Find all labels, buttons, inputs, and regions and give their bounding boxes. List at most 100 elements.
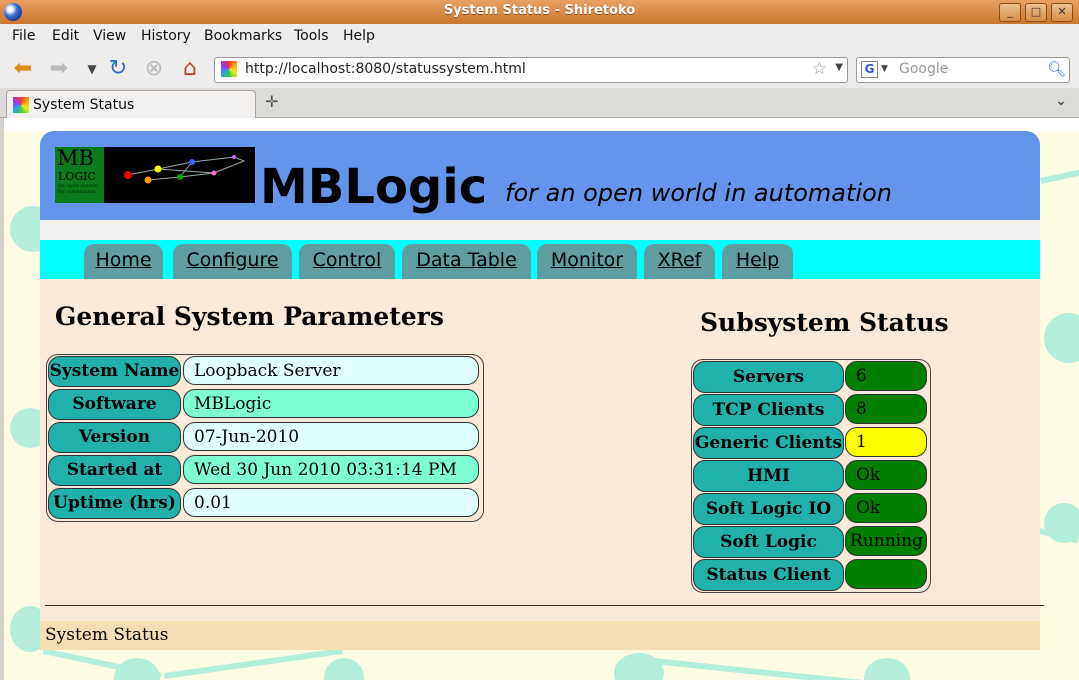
status-badge: 1 xyxy=(845,427,927,457)
param-label: Version xyxy=(48,422,181,453)
new-tab-icon[interactable]: ✛ xyxy=(265,92,278,111)
content-top-strip xyxy=(4,118,1079,132)
background-line xyxy=(164,647,344,679)
header-separator xyxy=(40,220,1040,240)
background-bubble xyxy=(1044,313,1079,363)
table-row: Status Client xyxy=(693,559,929,592)
search-bar[interactable]: G ▼ Google 🔍︎ xyxy=(856,57,1070,83)
tab-system-status[interactable]: System Status xyxy=(6,90,256,118)
status-badge: 8 xyxy=(845,394,927,424)
param-value: Wed 30 Jun 2010 03:31:14 PM EST xyxy=(183,455,479,509)
constellation-icon xyxy=(124,155,246,184)
menu-bookmarks[interactable]: Bookmarks xyxy=(204,28,282,44)
nav-data-table[interactable]: Data Table xyxy=(402,244,531,279)
menu-edit[interactable]: Edit xyxy=(52,28,79,44)
brand-tagline: for an open world in automation xyxy=(505,179,892,207)
menu-bar: File Edit View History Bookmarks Tools H… xyxy=(0,24,1079,48)
footer-text: System Status xyxy=(45,625,169,645)
page-container: MB LOGIC An open system for automation M… xyxy=(40,131,1040,622)
param-label: Software xyxy=(48,389,181,420)
table-row: Soft Logic Running xyxy=(693,526,929,559)
status-badge: Ok xyxy=(845,460,927,490)
bookmark-star-icon[interactable]: ☆ xyxy=(812,59,827,79)
web-content: MB LOGIC An open system for automation M… xyxy=(4,118,1079,680)
menu-help[interactable]: Help xyxy=(343,28,375,44)
tab-label: System Status xyxy=(33,97,135,113)
site-favicon-icon xyxy=(221,61,237,77)
back-icon[interactable]: ⬅ xyxy=(11,57,35,81)
general-parameters-table: System Name Loopback Server Software MBL… xyxy=(46,354,484,522)
nav-configure[interactable]: Configure xyxy=(173,244,292,279)
home-icon[interactable]: ⌂ xyxy=(178,57,202,81)
history-dropdown-icon[interactable]: ▼ xyxy=(80,57,104,81)
subsystem-label: Status Client xyxy=(693,559,844,591)
subsystem-status-title: Subsystem Status xyxy=(700,308,949,337)
table-row: Software MBLogic xyxy=(48,389,482,421)
nav-xref[interactable]: XRef xyxy=(644,244,715,279)
background-line xyxy=(653,658,883,680)
subsystem-label: Servers xyxy=(693,361,844,393)
menu-view[interactable]: View xyxy=(93,28,126,44)
background-bubble xyxy=(324,658,364,680)
engine-dropdown-icon[interactable]: ▼ xyxy=(881,64,888,74)
menu-tools[interactable]: Tools xyxy=(294,28,329,44)
site-header: MB LOGIC An open system for automation M… xyxy=(40,131,1040,220)
table-row: TCP Clients 8 xyxy=(693,394,929,427)
search-icon[interactable]: 🔍︎ xyxy=(1047,60,1066,78)
subsystem-label: Soft Logic xyxy=(693,526,844,558)
background-line xyxy=(1040,169,1079,184)
logo-tiny-text: An open system for automation xyxy=(58,183,99,195)
param-value: MBLogic xyxy=(183,389,479,418)
nav-control[interactable]: Control xyxy=(299,244,395,279)
table-row: HMI Ok xyxy=(693,460,929,493)
minimize-button[interactable]: _ xyxy=(999,3,1021,22)
status-badge: Running xyxy=(845,526,927,556)
param-label: Uptime (hrs) xyxy=(48,488,181,519)
table-row: Uptime (hrs) 0.01 xyxy=(48,488,482,520)
reload-icon[interactable]: ↻ xyxy=(106,57,130,81)
url-text[interactable]: http://localhost:8080/statussystem.html xyxy=(245,61,526,77)
subsystem-label: HMI xyxy=(693,460,844,492)
status-badge: 6 xyxy=(845,361,927,391)
mblogic-logo: MB LOGIC An open system for automation xyxy=(55,147,255,203)
maximize-button[interactable]: □ xyxy=(1025,3,1047,22)
tab-bar: System Status xyxy=(0,88,1079,118)
subsystem-label: Generic Clients xyxy=(693,427,844,459)
window-title: System Status - Shiretoko xyxy=(443,3,636,18)
param-label: System Name xyxy=(48,356,181,387)
status-badge: Ok xyxy=(845,493,927,523)
table-row: System Name Loopback Server xyxy=(48,356,482,388)
param-value: 0.01 xyxy=(183,488,479,517)
logo-logic-text: LOGIC xyxy=(58,170,96,183)
table-row: Generic Clients 1 xyxy=(693,427,929,460)
address-bar[interactable]: http://localhost:8080/statussystem.html … xyxy=(214,57,848,83)
tab-list-chevron-icon[interactable]: ⌄ xyxy=(1055,93,1067,109)
background-bubble xyxy=(864,658,910,680)
table-row: Version 07-Jun-2010 xyxy=(48,422,482,454)
brand-title: MBLogic xyxy=(260,159,488,215)
window-titlebar: System Status - Shiretoko _ □ ✕ xyxy=(0,0,1079,24)
table-row: Servers 6 xyxy=(693,361,929,394)
close-button[interactable]: ✕ xyxy=(1051,3,1073,22)
table-row: Started at Wed 30 Jun 2010 03:31:14 PM E… xyxy=(48,455,482,509)
background-bubble xyxy=(614,653,664,680)
nav-home[interactable]: Home xyxy=(84,244,163,279)
subsystem-label: TCP Clients xyxy=(693,394,844,426)
subsystem-label: Soft Logic IO xyxy=(693,493,844,525)
menu-file[interactable]: File xyxy=(12,28,35,44)
logo-mb-text: MB xyxy=(57,146,94,170)
forward-icon[interactable]: ➡ xyxy=(47,57,71,81)
url-dropdown-icon[interactable]: ▼ xyxy=(835,62,843,73)
param-value: 07-Jun-2010 xyxy=(183,422,479,451)
search-input[interactable]: Google xyxy=(899,61,948,77)
nav-help[interactable]: Help xyxy=(722,244,793,279)
page-footer: System Status xyxy=(40,621,1040,650)
footer-divider xyxy=(45,605,1044,606)
param-label: Started at xyxy=(48,455,181,486)
stop-icon[interactable]: ⊗ xyxy=(142,57,166,81)
menu-history[interactable]: History xyxy=(141,28,191,44)
google-engine-icon[interactable]: G xyxy=(861,61,878,78)
table-row: Soft Logic IO Ok xyxy=(693,493,929,526)
site-nav: Home Configure Control Data Table Monito… xyxy=(40,240,1040,279)
nav-monitor[interactable]: Monitor xyxy=(537,244,637,279)
